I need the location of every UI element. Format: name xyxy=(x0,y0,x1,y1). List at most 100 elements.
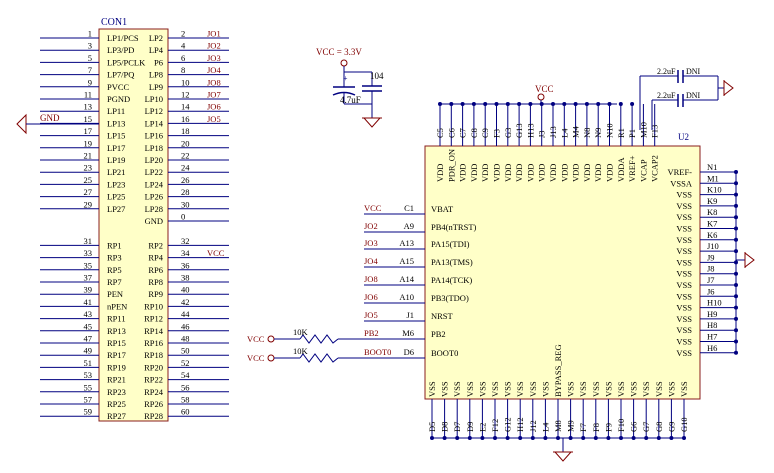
u2-right-pin-name: VSS xyxy=(676,257,692,267)
u2-right-pin-name: VSS xyxy=(676,291,692,301)
con1-pin-name-right: RP16 xyxy=(144,338,163,348)
con1-pin-name-left: RP21 xyxy=(107,375,126,385)
con1-pin-number-right: 16 xyxy=(181,114,190,124)
con1-pin-number-left: 31 xyxy=(84,236,93,246)
u2-top-pin-name: VDD xyxy=(514,164,524,182)
con1-pin-number-left: 45 xyxy=(84,321,93,331)
u2-right-ball: M1 xyxy=(707,173,719,183)
con1-pin-number-left: 3 xyxy=(88,41,92,51)
con1-pin-number-right: 36 xyxy=(181,260,190,270)
con1-pin-number-left: 23 xyxy=(84,163,93,173)
u2-bottom-pin-name: VSS xyxy=(477,381,487,397)
u2-bottom-ball: F9 xyxy=(603,423,613,432)
con1-pin-name-right: P6 xyxy=(154,57,163,67)
u2-top-pin-name: VDD xyxy=(593,164,603,182)
u2-top-ball: F13 xyxy=(650,125,660,138)
con1-pin-name-left: RP13 xyxy=(107,326,126,336)
u2-bottom-ball: G8 xyxy=(654,422,664,432)
u2-right-pin-name: VREF- xyxy=(667,167,692,177)
u2-right-ball: H8 xyxy=(707,320,717,330)
u2-top-ball: C8 xyxy=(469,128,479,138)
con1-pin-name-right: GND xyxy=(145,216,163,226)
con1-pin-number-left: 25 xyxy=(84,175,93,185)
u2-left-pin-name: PB3(TDO) xyxy=(431,293,469,303)
con1-pin-name-left: RP7 xyxy=(107,277,122,287)
con1-pin-name-right: RP12 xyxy=(144,314,163,324)
resistor-value: 10K xyxy=(293,327,309,337)
u2-bottom-ball: E2 xyxy=(477,423,487,432)
con1-pin-name-right: LP10 xyxy=(145,94,163,104)
u2-bottom-ball: D9 xyxy=(465,422,475,432)
con1-pin-number-left: 21 xyxy=(84,151,93,161)
con1-net-label: JO1 xyxy=(207,29,221,39)
con1-pin-number-left: 55 xyxy=(84,382,93,392)
u2-top-pin-name: VDD xyxy=(503,164,513,182)
con1-pin-name-right: LP20 xyxy=(145,155,163,165)
con1-pin-number-right: 58 xyxy=(181,395,190,405)
con1-pin-number-left: 53 xyxy=(84,370,93,380)
u2-top-pin-name: VDD xyxy=(458,164,468,182)
junction-dot xyxy=(630,102,635,106)
con1-pin-number-right: 38 xyxy=(181,273,190,283)
u2-right-ball: H9 xyxy=(707,309,717,319)
con1-pin-name-left: LP21 xyxy=(107,167,125,177)
gnd-label: GND xyxy=(40,113,60,123)
con1-net-label: JO2 xyxy=(207,41,221,51)
u2-top-ball: H13 xyxy=(525,123,535,138)
u2-bottom-ball: G9 xyxy=(666,422,676,432)
con1-pin-name-right: LP24 xyxy=(145,179,164,189)
con1-pin-number-right: 14 xyxy=(181,102,190,112)
u2-top-ball: F3 xyxy=(492,129,502,138)
u2-top-ball: P1 xyxy=(627,129,637,138)
u2-right-pin-name: VSS xyxy=(676,190,692,200)
u2-left-pin-name: NRST xyxy=(431,311,454,321)
resistor-vcc-label: VCC xyxy=(247,353,265,363)
u2-top-pin-name: VCAP xyxy=(638,159,648,182)
con1-pin-name-right: RP28 xyxy=(144,411,163,421)
u2-right-ball: J6 xyxy=(707,286,715,296)
con1-pin-number-right: 2 xyxy=(181,29,185,39)
con1-pin-number-left: 29 xyxy=(84,199,93,209)
con1-pin-number-right: 30 xyxy=(181,199,190,209)
u2-right-ball: H6 xyxy=(707,343,717,353)
u2-bottom-ball: J12 xyxy=(528,420,538,432)
u2-vcc-label: VCC xyxy=(535,84,554,94)
u2-right-pin-name: VSS xyxy=(676,224,692,234)
con1-pin-number-left: 39 xyxy=(84,285,93,295)
con1-pin-number-left: 19 xyxy=(84,138,93,148)
u2-top-ball: G13 xyxy=(514,123,524,138)
vcc-33-label: VCC = 3.3V xyxy=(316,47,362,57)
con1-pin-name-left: LP3/PD xyxy=(107,45,134,55)
con1-pin-name-right: RP6 xyxy=(148,265,163,275)
con1-pin-name-right: RP20 xyxy=(144,362,163,372)
con1-pin-name-right: LP28 xyxy=(145,204,163,214)
con1-pin-number-right: 28 xyxy=(181,187,190,197)
u2-bottom-ball: M9 xyxy=(566,420,576,432)
con1-pin-name-left: RP25 xyxy=(107,399,126,409)
con1-pin-name-right: LP14 xyxy=(145,118,164,128)
u2-top-ball: M4 xyxy=(571,125,581,138)
con1-pin-number-right: 10 xyxy=(181,77,190,87)
con1-pin-name-right: RP4 xyxy=(148,253,163,263)
con1-pin-name-left: LP23 xyxy=(107,179,125,189)
u2-bottom-ball: L4 xyxy=(540,422,550,432)
u2-left-net-label: JO2 xyxy=(364,221,378,231)
con1-pin-number-left: 49 xyxy=(84,346,93,356)
u2-bottom-pin-name: VSS xyxy=(666,381,676,397)
cap3-dni: DNI xyxy=(686,67,701,76)
u2-right-pin-name: VSS xyxy=(676,201,692,211)
u2-left-net-label: PB2 xyxy=(364,328,379,338)
u2-top-pin-name: VDD xyxy=(571,164,581,182)
con1-pin-number-right: 40 xyxy=(181,285,190,295)
u2-left-ball: A14 xyxy=(399,274,414,284)
u2-designator: U2 xyxy=(678,132,689,142)
con1-pin-name-left: RP1 xyxy=(107,240,122,250)
con1-pin-number-right: 56 xyxy=(181,382,190,392)
u2-top-pin-name: VDD xyxy=(582,164,592,182)
con1-pin-name-left: LP17 xyxy=(107,143,125,153)
u2-bottom-ball: G7 xyxy=(641,422,651,432)
u2-top-pin-name: VDD xyxy=(492,164,502,182)
con1-pin-number-right: 46 xyxy=(181,321,190,331)
u2-bottom-ball: F7 xyxy=(578,423,588,432)
junction-dot xyxy=(618,102,623,106)
